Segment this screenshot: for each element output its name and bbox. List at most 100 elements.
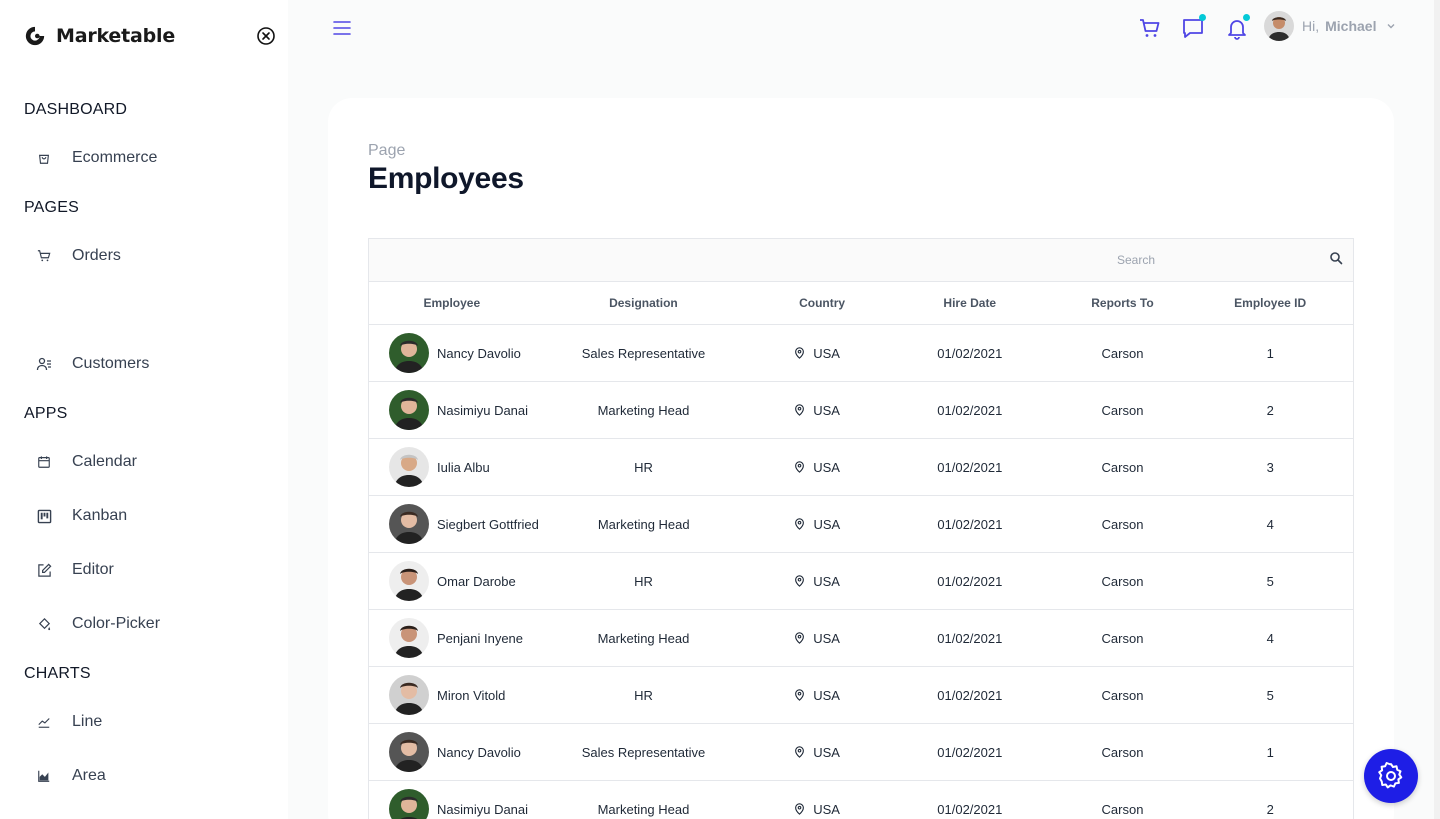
- location-pin-icon: [795, 575, 805, 587]
- section-pages: PAGES: [24, 199, 79, 216]
- employee-id-cell: 1: [1266, 744, 1274, 760]
- section-charts: CHARTS: [24, 665, 91, 682]
- reports-to-cell: Carson: [1101, 573, 1144, 589]
- table-row[interactable]: Nancy Davolio Sales Representative USA 0…: [369, 325, 1353, 382]
- country-label: USA: [813, 744, 840, 760]
- employee-cell: Nancy Davolio: [369, 333, 535, 373]
- sidebar-item-label: Kanban: [72, 507, 128, 524]
- brand-name: Marketable: [56, 25, 176, 47]
- avatar: [1264, 11, 1294, 41]
- table-row[interactable]: Penjani Inyene Marketing Head USA 01/02/…: [369, 610, 1353, 667]
- employee-id-cell: 2: [1266, 402, 1274, 418]
- employee-name: Nasimiyu Danai: [437, 402, 529, 418]
- column-header[interactable]: Hire Date: [882, 296, 1058, 310]
- search-input[interactable]: [1111, 249, 1341, 271]
- cart-icon[interactable]: [1138, 16, 1162, 40]
- table-row[interactable]: Omar Darobe HR USA 01/02/2021 Carson 5: [369, 553, 1353, 610]
- table-row[interactable]: Nancy Davolio Sales Representative USA 0…: [369, 724, 1353, 781]
- column-header[interactable]: Designation: [535, 296, 753, 310]
- table-row[interactable]: Nasimiyu Danai Marketing Head USA 01/02/…: [369, 382, 1353, 439]
- notification-badge: [1243, 14, 1250, 21]
- employee-name: Omar Darobe: [437, 573, 516, 589]
- sidebar-item-color-picker[interactable]: Color-Picker: [24, 604, 264, 644]
- country-cell: USA: [752, 802, 882, 817]
- table-row[interactable]: Siegbert Gottfried Marketing Head USA 01…: [369, 496, 1353, 553]
- sidebar-item-orders[interactable]: Orders: [24, 236, 264, 276]
- user-profile-menu[interactable]: Hi, Michael: [1264, 11, 1396, 41]
- kanban-icon: [36, 508, 52, 524]
- sidebar-item-kanban[interactable]: Kanban: [24, 496, 264, 536]
- search-icon[interactable]: [1329, 251, 1343, 265]
- sidebar-item-line[interactable]: Line: [24, 702, 264, 742]
- employee-id-cell: 4: [1266, 516, 1274, 532]
- avatar: [389, 675, 429, 715]
- country-label: USA: [813, 687, 840, 703]
- column-header[interactable]: Reports To: [1058, 296, 1188, 310]
- country-cell: USA: [752, 403, 882, 418]
- sidebar-item-area[interactable]: Area: [24, 756, 264, 796]
- designation-cell: Sales Representative: [581, 345, 706, 361]
- table-row[interactable]: Nasimiyu Danai Marketing Head USA 01/02/…: [369, 781, 1353, 819]
- employee-id-cell: 5: [1266, 573, 1274, 589]
- page-scrollbar[interactable]: [1434, 0, 1440, 819]
- line-chart-icon: [36, 714, 52, 730]
- reports-to-cell: Carson: [1101, 630, 1144, 646]
- country-label: USA: [813, 459, 840, 475]
- sidebar-item-calendar[interactable]: Calendar: [24, 442, 264, 482]
- sidebar-item-editor[interactable]: Editor: [24, 550, 264, 590]
- chat-badge: [1199, 14, 1206, 21]
- brand[interactable]: Marketable: [24, 24, 175, 48]
- employee-cell: Nasimiyu Danai: [369, 789, 535, 819]
- location-pin-icon: [795, 347, 805, 359]
- employee-name: Iulia Albu: [437, 459, 490, 475]
- column-header[interactable]: Country: [752, 296, 882, 310]
- column-header[interactable]: Employee ID: [1187, 296, 1353, 310]
- hire-date-cell: 01/02/2021: [937, 459, 1003, 475]
- designation-cell: Marketing Head: [597, 801, 690, 817]
- country-cell: USA: [752, 631, 882, 646]
- reports-to-cell: Carson: [1101, 687, 1144, 703]
- avatar: [389, 618, 429, 658]
- table-row[interactable]: Miron Vitold HR USA 01/02/2021 Carson 5: [369, 667, 1353, 724]
- users-icon: [36, 356, 52, 372]
- sidebar-item-label: Calendar: [72, 453, 137, 470]
- close-sidebar-icon[interactable]: [256, 26, 276, 46]
- sidebar-item-customers[interactable]: Customers: [24, 344, 264, 384]
- calendar-icon: [36, 454, 52, 470]
- table-body: Nancy Davolio Sales Representative USA 0…: [369, 325, 1353, 819]
- sidebar-item-ecommerce[interactable]: Ecommerce: [24, 138, 264, 178]
- hamburger-menu-icon[interactable]: [332, 18, 352, 38]
- employee-id-cell: 1: [1266, 345, 1274, 361]
- area-chart-icon: [36, 768, 52, 784]
- employee-id-cell: 5: [1266, 687, 1274, 703]
- gear-icon: [1378, 762, 1403, 789]
- settings-button[interactable]: [1364, 749, 1418, 803]
- employee-name: Nancy Davolio: [437, 345, 521, 361]
- designation-cell: HR: [634, 687, 653, 703]
- grid-toolbar: [369, 239, 1353, 282]
- hire-date-cell: 01/02/2021: [937, 402, 1003, 418]
- sidebar-item-label: Orders: [72, 247, 121, 264]
- country-label: USA: [813, 801, 840, 817]
- designation-cell: Marketing Head: [597, 402, 690, 418]
- country-cell: USA: [752, 574, 882, 589]
- table-header: Employee Designation Country Hire Date R…: [369, 282, 1353, 325]
- country-cell: USA: [752, 460, 882, 475]
- reports-to-cell: Carson: [1101, 459, 1144, 475]
- section-dashboard: DASHBOARD: [24, 101, 128, 118]
- avatar: [389, 447, 429, 487]
- user-name: Michael: [1325, 18, 1377, 34]
- column-header[interactable]: Employee: [369, 296, 535, 310]
- reports-to-cell: Carson: [1101, 516, 1144, 532]
- sidebar-item-label: Area: [72, 767, 106, 784]
- table-row[interactable]: Iulia Albu HR USA 01/02/2021 Carson 3: [369, 439, 1353, 496]
- location-pin-icon: [795, 518, 805, 530]
- sidebar-item-label: Editor: [72, 561, 114, 578]
- location-pin-icon: [795, 632, 805, 644]
- reports-to-cell: Carson: [1101, 744, 1144, 760]
- location-pin-icon: [795, 689, 805, 701]
- location-pin-icon: [795, 803, 805, 815]
- country-label: USA: [813, 573, 840, 589]
- chevron-down-icon: [1387, 24, 1395, 29]
- avatar: [389, 561, 429, 601]
